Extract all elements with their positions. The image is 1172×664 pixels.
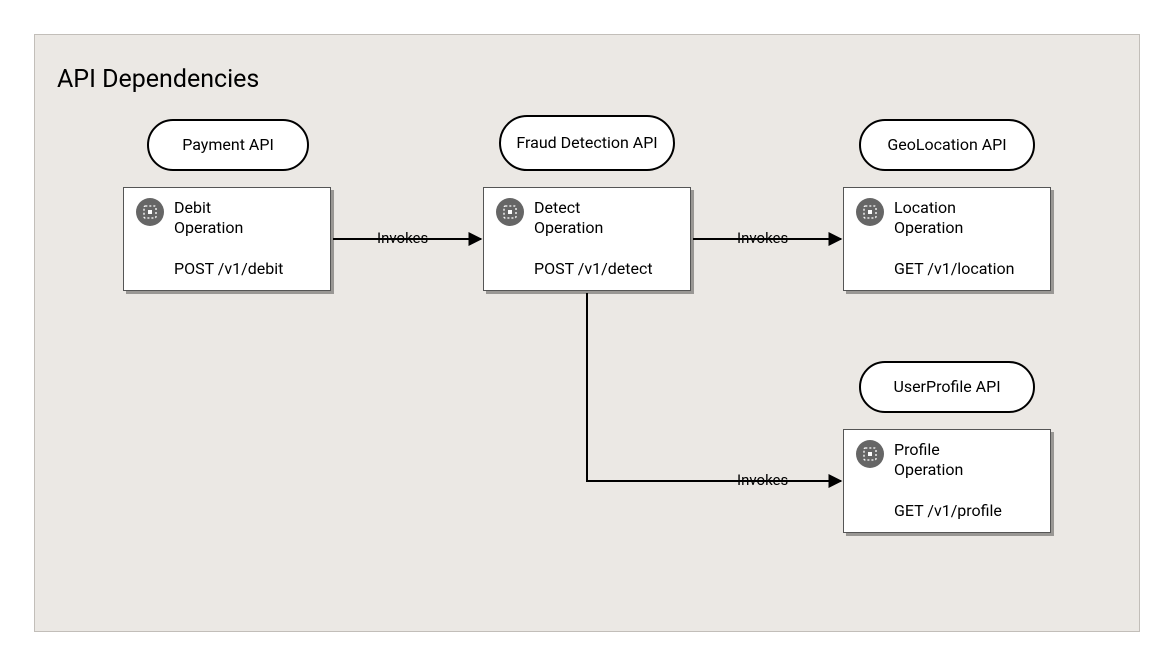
edges-layer	[35, 35, 1139, 631]
diagram-canvas: API Dependencies Payment API Fraud Detec…	[34, 34, 1140, 632]
edge-detect-profile	[587, 293, 841, 481]
edge-label-detect-location: Invokes	[737, 229, 788, 247]
edge-label-detect-profile: Invokes	[737, 471, 788, 489]
edge-label-debit-detect: Invokes	[377, 229, 428, 247]
